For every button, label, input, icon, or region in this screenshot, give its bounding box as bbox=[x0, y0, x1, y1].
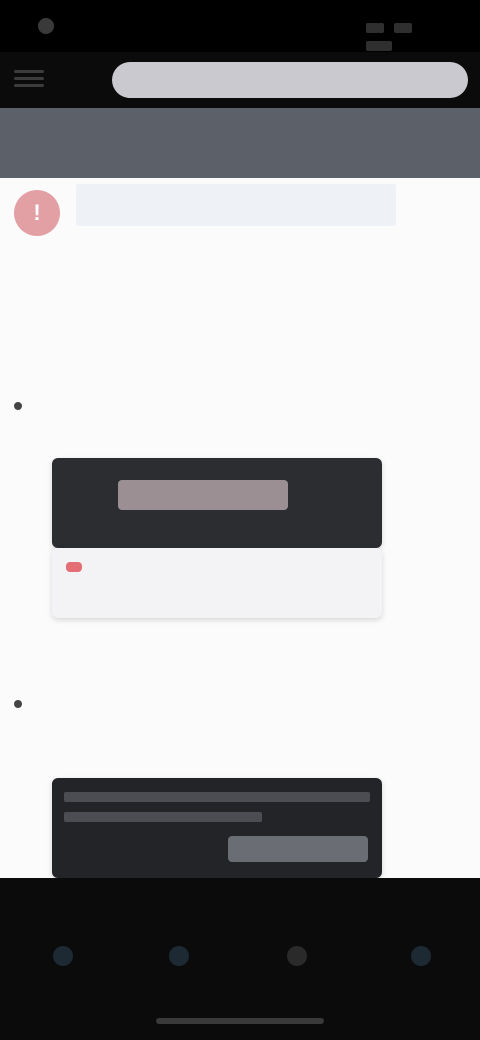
step-bullet bbox=[14, 402, 22, 410]
status-bar bbox=[0, 0, 480, 52]
article-title bbox=[14, 128, 314, 158]
wifi-icon bbox=[394, 23, 413, 33]
step-bullet bbox=[14, 700, 22, 708]
screenshot-row bbox=[64, 812, 262, 822]
battery-icon bbox=[366, 41, 392, 51]
url-input[interactable] bbox=[112, 62, 468, 98]
nav-profile[interactable] bbox=[386, 926, 456, 988]
home-indicator[interactable] bbox=[156, 1018, 324, 1024]
signal-icon bbox=[366, 23, 384, 33]
home-icon bbox=[53, 946, 73, 966]
bottom-navigation bbox=[0, 878, 480, 1040]
nav-search[interactable] bbox=[144, 926, 214, 988]
profile-icon bbox=[411, 946, 431, 966]
article-title-band bbox=[0, 108, 480, 178]
screenshot-row bbox=[64, 792, 370, 802]
step-screenshot-1 bbox=[52, 458, 382, 548]
alert-icon: ! bbox=[14, 190, 60, 236]
menu-icon[interactable] bbox=[14, 66, 44, 92]
nav-bookmarks[interactable] bbox=[262, 926, 332, 988]
screenshot-button bbox=[228, 836, 368, 862]
bookmark-icon bbox=[287, 946, 307, 966]
step-screenshot-2 bbox=[52, 778, 382, 878]
status-indicator-icon bbox=[38, 18, 54, 34]
red-marker-icon bbox=[66, 562, 82, 572]
search-icon bbox=[169, 946, 189, 966]
screenshot-1-caption-area bbox=[52, 548, 382, 618]
article-content: ! bbox=[0, 178, 480, 878]
screenshot-highlight-bar bbox=[118, 480, 288, 510]
nav-home[interactable] bbox=[28, 926, 98, 988]
status-icons bbox=[360, 20, 446, 51]
article-header-strip bbox=[76, 184, 396, 226]
browser-toolbar bbox=[0, 52, 480, 108]
